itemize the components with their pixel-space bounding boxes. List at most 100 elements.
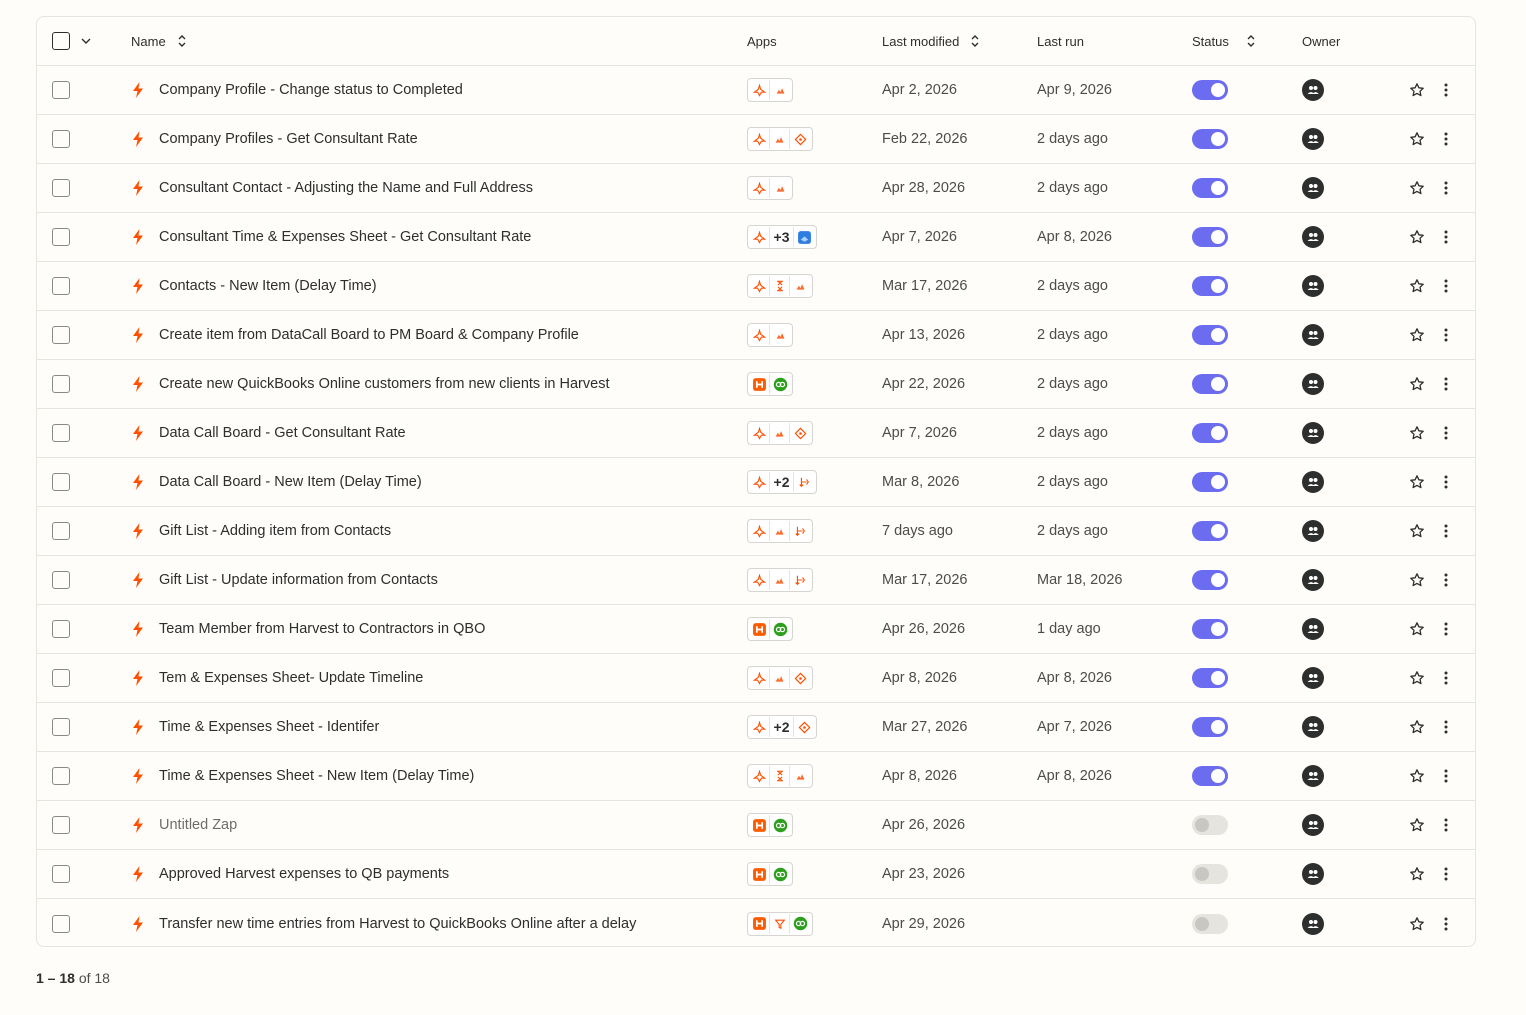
name-column-header[interactable]: Name [131,17,188,65]
zap-name[interactable]: Create item from DataCall Board to PM Bo… [159,327,579,343]
sort-icon[interactable] [1245,34,1257,48]
zap-name-link[interactable]: Data Call Board - Get Consultant Rate [131,409,406,457]
table-row[interactable]: Team Member from Harvest to Contractors … [37,605,1475,654]
favorite-button[interactable] [1409,556,1425,604]
more-options-icon[interactable] [1443,82,1449,98]
apps-group[interactable]: +2 [747,715,817,739]
apps-group[interactable] [747,176,793,200]
row-checkbox[interactable] [52,522,70,540]
table-row[interactable]: Approved Harvest expenses to QB payments… [37,850,1475,899]
chevron-down-icon[interactable] [80,35,92,47]
status-toggle[interactable] [1192,80,1228,100]
zap-name[interactable]: Contacts - New Item (Delay Time) [159,278,377,294]
apps-group[interactable] [747,568,813,592]
zap-name-link[interactable]: Create item from DataCall Board to PM Bo… [131,311,579,359]
row-menu-button[interactable] [1443,262,1449,310]
zap-name[interactable]: Team Member from Harvest to Contractors … [159,621,485,637]
row-checkbox[interactable] [52,718,70,736]
row-checkbox[interactable] [52,130,70,148]
row-menu-button[interactable] [1443,360,1449,408]
favorite-button[interactable] [1409,360,1425,408]
zap-name-link[interactable]: Transfer new time entries from Harvest t… [131,899,636,946]
favorite-button[interactable] [1409,66,1425,114]
zap-name-link[interactable]: Untitled Zap [131,801,237,849]
zap-name-link[interactable]: Approved Harvest expenses to QB payments [131,850,449,898]
zap-name[interactable]: Transfer new time entries from Harvest t… [159,916,636,932]
table-row[interactable]: Consultant Contact - Adjusting the Name … [37,164,1475,213]
row-menu-button[interactable] [1443,654,1449,702]
row-menu-button[interactable] [1443,752,1449,800]
table-row[interactable]: Consultant Time & Expenses Sheet - Get C… [37,213,1475,262]
row-checkbox[interactable] [52,81,70,99]
row-checkbox[interactable] [52,179,70,197]
row-menu-button[interactable] [1443,556,1449,604]
star-icon[interactable] [1409,474,1425,490]
sort-icon[interactable] [176,34,188,48]
status-toggle[interactable] [1192,913,1228,934]
zap-name-link[interactable]: Data Call Board - New Item (Delay Time) [131,458,422,506]
zap-name-link[interactable]: Team Member from Harvest to Contractors … [131,605,485,653]
star-icon[interactable] [1409,768,1425,784]
row-checkbox[interactable] [52,424,70,442]
status-toggle[interactable] [1192,129,1228,149]
status-toggle[interactable] [1192,423,1228,443]
zap-name[interactable]: Company Profile - Change status to Compl… [159,82,463,98]
apps-group[interactable] [747,421,813,445]
row-checkbox[interactable] [52,620,70,638]
star-icon[interactable] [1409,817,1425,833]
status-toggle[interactable] [1192,766,1228,786]
row-checkbox[interactable] [52,669,70,687]
favorite-button[interactable] [1409,801,1425,849]
apps-group[interactable]: +2 [747,470,817,494]
apps-group[interactable]: +3 [747,225,817,249]
more-options-icon[interactable] [1443,376,1449,392]
row-menu-button[interactable] [1443,458,1449,506]
star-icon[interactable] [1409,719,1425,735]
table-row[interactable]: Gift List - Adding item from Contacts 7 … [37,507,1475,556]
table-row[interactable]: Create item from DataCall Board to PM Bo… [37,311,1475,360]
table-row[interactable]: Gift List - Update information from Cont… [37,556,1475,605]
zap-name-link[interactable]: Create new QuickBooks Online customers f… [131,360,609,408]
row-menu-button[interactable] [1443,409,1449,457]
select-all-checkbox[interactable] [52,32,70,50]
favorite-button[interactable] [1409,213,1425,261]
table-row[interactable]: Transfer new time entries from Harvest t… [37,899,1475,946]
table-row[interactable]: Create new QuickBooks Online customers f… [37,360,1475,409]
more-options-icon[interactable] [1443,180,1449,196]
row-checkbox[interactable] [52,865,70,883]
status-toggle[interactable] [1192,521,1228,541]
favorite-button[interactable] [1409,164,1425,212]
star-icon[interactable] [1409,82,1425,98]
favorite-button[interactable] [1409,262,1425,310]
row-menu-button[interactable] [1443,605,1449,653]
star-icon[interactable] [1409,131,1425,147]
row-menu-button[interactable] [1443,164,1449,212]
more-options-icon[interactable] [1443,768,1449,784]
row-menu-button[interactable] [1443,213,1449,261]
status-toggle[interactable] [1192,815,1228,835]
row-menu-button[interactable] [1443,507,1449,555]
zap-name[interactable]: Create new QuickBooks Online customers f… [159,376,609,392]
apps-group[interactable] [747,813,793,837]
more-options-icon[interactable] [1443,523,1449,539]
row-checkbox[interactable] [52,277,70,295]
select-all-control[interactable] [52,17,92,65]
more-options-icon[interactable] [1443,670,1449,686]
row-checkbox[interactable] [52,326,70,344]
favorite-button[interactable] [1409,458,1425,506]
status-toggle[interactable] [1192,668,1228,688]
favorite-button[interactable] [1409,507,1425,555]
sort-icon[interactable] [969,34,981,48]
table-row[interactable]: Data Call Board - New Item (Delay Time) … [37,458,1475,507]
zap-name-link[interactable]: Time & Expenses Sheet - Identifer [131,703,379,751]
zap-name-link[interactable]: Tem & Expenses Sheet- Update Timeline [131,654,423,702]
more-options-icon[interactable] [1443,621,1449,637]
table-row[interactable]: Company Profile - Change status to Compl… [37,66,1475,115]
star-icon[interactable] [1409,376,1425,392]
row-checkbox[interactable] [52,914,70,933]
favorite-button[interactable] [1409,115,1425,163]
apps-group[interactable] [747,519,813,543]
row-checkbox[interactable] [52,375,70,393]
row-menu-button[interactable] [1443,115,1449,163]
star-icon[interactable] [1409,180,1425,196]
